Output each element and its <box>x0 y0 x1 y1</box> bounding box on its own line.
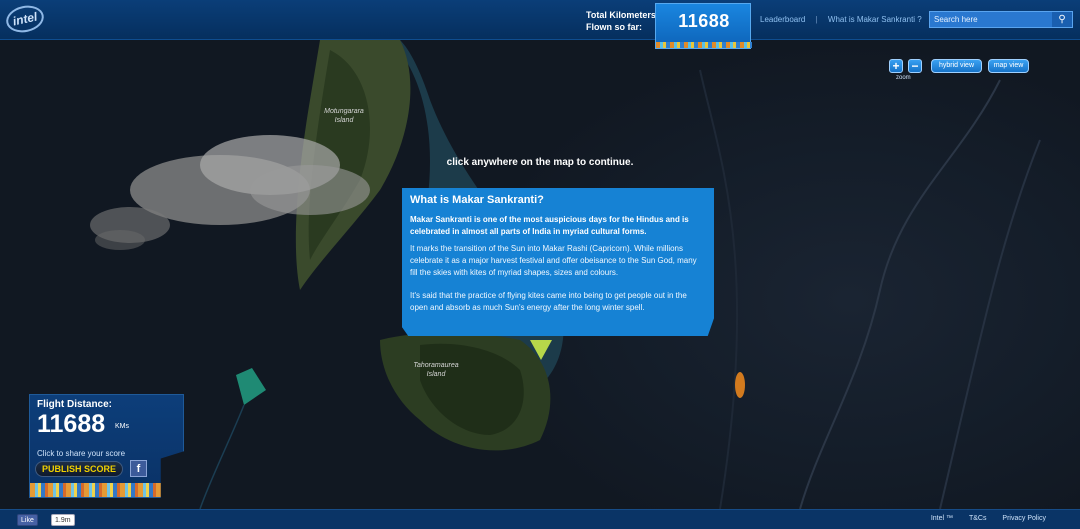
footer: Like 1.9m Intel ™ T&Cs Privacy Policy <box>0 509 1080 529</box>
what-is-makar-sankranti-link[interactable]: What is Makar Sankranti ? <box>828 15 922 24</box>
green-kite <box>236 368 266 405</box>
island-label-motungarara: Motungarara Island <box>324 108 364 124</box>
intel-trademark-link[interactable]: Intel ™ <box>931 515 953 522</box>
location-pointer <box>530 340 552 360</box>
hybrid-view-button[interactable]: hybrid view <box>931 59 982 73</box>
island-label-tahoramaurea: Tahoramaurea Island <box>413 362 459 378</box>
zoom-label: zoom <box>896 75 911 81</box>
flight-score-panel: Flight Distance: 11688 KMs Click to shar… <box>29 394 184 498</box>
nav-separator: | <box>815 15 818 24</box>
facebook-icon[interactable]: f <box>130 460 147 477</box>
terms-link[interactable]: T&Cs <box>969 515 987 522</box>
search-icon[interactable]: ⚲ <box>1052 12 1072 27</box>
popup-title: What is Makar Sankranti? <box>410 194 544 206</box>
popup-lead-text: Makar Sankranti is one of the most auspi… <box>410 215 689 236</box>
orange-kite <box>735 372 745 398</box>
leaderboard-link[interactable]: Leaderboard <box>760 15 805 24</box>
facebook-like-button[interactable]: Like <box>17 514 38 526</box>
privacy-policy-link[interactable]: Privacy Policy <box>1002 515 1046 522</box>
popup-paragraph: It's said that the practice of flying ki… <box>410 291 687 312</box>
zoom-in-button[interactable]: + <box>889 59 903 73</box>
search-input[interactable] <box>930 12 1054 27</box>
like-count: 1.9m <box>51 514 75 526</box>
flight-distance-value: 11688 <box>37 410 106 438</box>
total-km-value: 11688 <box>678 11 730 31</box>
map-view-button[interactable]: map view <box>988 59 1029 73</box>
info-popup[interactable]: What is Makar Sankranti? Makar Sankranti… <box>402 188 714 336</box>
continue-instruction: click anywhere on the map to continue. <box>446 157 634 168</box>
zoom-out-button[interactable]: − <box>908 59 922 73</box>
total-km-label: Total Kilometers Flown so far: <box>586 10 656 32</box>
publish-score-button[interactable]: PUBLISH SCORE <box>35 461 123 477</box>
total-km-counter: 11688 <box>655 3 752 49</box>
like-label: Like <box>21 517 34 524</box>
kite-strip-decoration <box>656 42 752 48</box>
header-nav: Leaderboard | What is Makar Sankranti ? <box>756 15 926 24</box>
search-box: ⚲ <box>929 11 1073 28</box>
intel-logo[interactable]: intel <box>3 2 47 36</box>
share-score-text: Click to share your score <box>37 449 126 458</box>
flight-distance-unit: KMs <box>115 423 129 430</box>
kite-strip-decoration <box>30 483 161 497</box>
top-header: intel Total Kilometers Flown so far: 116… <box>0 0 1080 49</box>
popup-paragraph: It marks the transition of the Sun into … <box>410 244 697 277</box>
flight-distance-label: Flight Distance: <box>37 399 113 410</box>
footer-links: Intel ™ T&Cs Privacy Policy <box>917 515 1046 522</box>
